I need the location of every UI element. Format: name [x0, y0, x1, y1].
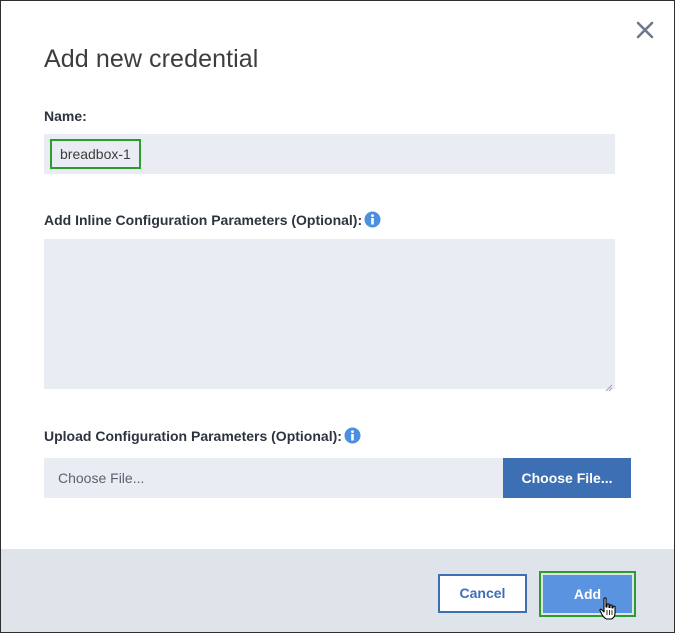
- info-icon[interactable]: [344, 427, 361, 444]
- dialog-title: Add new credential: [44, 45, 259, 73]
- add-credential-dialog: Add new credential Name: breadbox-1 Add …: [0, 0, 675, 633]
- resize-grip-icon[interactable]: [605, 379, 613, 392]
- dialog-footer: Cancel Add: [1, 549, 674, 632]
- inline-params-label-text: Add Inline Configuration Parameters (Opt…: [44, 211, 363, 228]
- hand-cursor-icon: [599, 597, 617, 621]
- name-input[interactable]: breadbox-1: [44, 134, 615, 174]
- cancel-button[interactable]: Cancel: [438, 574, 527, 613]
- upload-params-label: Upload Configuration Parameters (Optiona…: [44, 427, 361, 444]
- name-input-value[interactable]: breadbox-1: [50, 139, 141, 169]
- choose-file-button[interactable]: Choose File...: [503, 458, 631, 498]
- name-label-text: Name:: [44, 108, 87, 124]
- close-icon[interactable]: [633, 18, 657, 42]
- info-icon[interactable]: [364, 211, 381, 228]
- inline-params-textarea[interactable]: [44, 239, 615, 392]
- inline-params-label: Add Inline Configuration Parameters (Opt…: [44, 211, 381, 228]
- file-path-field[interactable]: Choose File...: [44, 458, 503, 498]
- add-button[interactable]: Add: [543, 575, 632, 613]
- upload-params-label-text: Upload Configuration Parameters (Optiona…: [44, 427, 342, 444]
- name-label: Name:: [44, 108, 87, 124]
